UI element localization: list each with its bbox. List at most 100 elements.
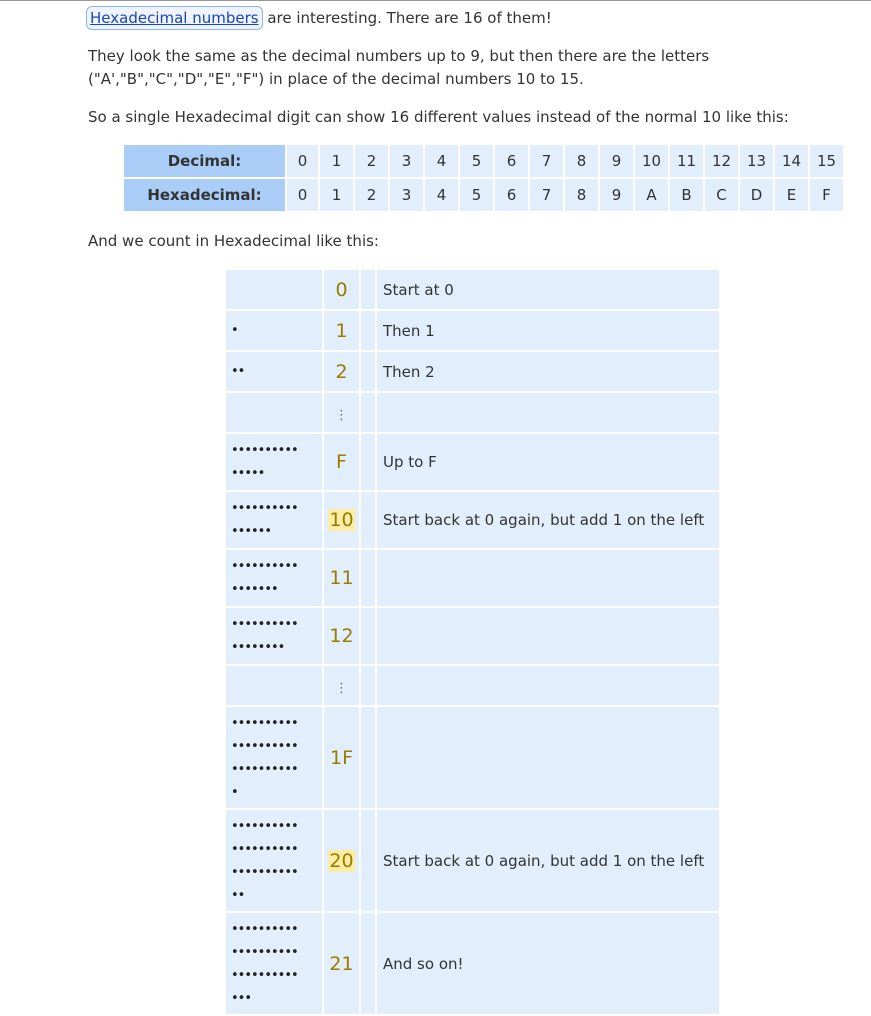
spacer-cell (361, 311, 375, 350)
decimal-cell: 13 (740, 145, 773, 177)
count-row: •••••••••• •••••••••• •••••••••• • 1F (226, 707, 719, 808)
hex-cell: 6 (495, 179, 528, 211)
counting-table: 0 Start at 0 • 1 Then 1 •• 2 Then 2 ⋮ •••••••••• •… (224, 268, 721, 1016)
hex-cell: 2 (355, 179, 388, 211)
count-row: •••••••••• •••••••••• •••••••••• ••• 21 And s… (226, 913, 719, 1014)
description-cell: Start at 0 (377, 270, 719, 309)
spacer-cell (361, 608, 375, 664)
decimal-cell: 3 (390, 145, 423, 177)
hex-number-cell: 12 (324, 608, 359, 664)
description-cell: Start back at 0 again, but add 1 on the … (377, 810, 719, 911)
description-cell (377, 550, 719, 606)
description-cell: Start back at 0 again, but add 1 on the … (377, 492, 719, 548)
top-border (0, 0, 871, 1)
decimal-cell: 1 (320, 145, 353, 177)
hex-cell: D (740, 179, 773, 211)
decimal-cell: 5 (460, 145, 493, 177)
hex-number: 2 (335, 360, 348, 383)
dots-cell: •• (226, 352, 322, 391)
dots-cell (226, 270, 322, 309)
dots-cell: •••••••••• •••••••• (226, 608, 322, 664)
hex-cell: A (635, 179, 668, 211)
hex-number: 1 (335, 319, 348, 342)
decimal-cell: 9 (600, 145, 633, 177)
description-cell (377, 666, 719, 705)
count-row: • 1 Then 1 (226, 311, 719, 350)
hexadecimal-numbers-link[interactable]: Hexadecimal numbers (86, 6, 263, 30)
count-row: •••••••••• •••••••••• •••••••••• •• 20 Start … (226, 810, 719, 911)
spacer-cell (361, 270, 375, 309)
count-row: •• 2 Then 2 (226, 352, 719, 391)
decimal-cell: 2 (355, 145, 388, 177)
hex-number: 20 (328, 849, 355, 872)
intro-paragraph: Hexadecimal numbers are interesting. The… (86, 6, 552, 30)
spacer-cell (361, 810, 375, 911)
description-cell: Up to F (377, 434, 719, 490)
spacer-cell (361, 393, 375, 432)
hex-number-cell: ⋮ (324, 393, 359, 432)
hex-cell: 8 (565, 179, 598, 211)
dots-cell (226, 666, 322, 705)
intro-rest-text: are interesting. There are 16 of them! (262, 9, 552, 27)
hex-number: 21 (329, 952, 354, 975)
hex-cell: F (810, 179, 843, 211)
vertical-ellipsis-icon: ⋮ (335, 407, 348, 423)
hex-number-cell: 2 (324, 352, 359, 391)
hex-number-cell: 20 (324, 810, 359, 911)
spacer-cell (361, 492, 375, 548)
decimal-cell: 15 (810, 145, 843, 177)
hex-header: Hexadecimal: (124, 179, 285, 211)
description-cell (377, 707, 719, 808)
spacer-cell (361, 666, 375, 705)
dots-cell: •••••••••• •••••••••• •••••••••• •• (226, 810, 322, 911)
vertical-ellipsis-icon: ⋮ (335, 680, 348, 696)
decimal-cell: 4 (425, 145, 458, 177)
hex-cell: 0 (287, 179, 318, 211)
hex-cell: 4 (425, 179, 458, 211)
decimal-row: Decimal: 0 1 2 3 4 5 6 7 8 9 10 11 12 13 14 15 (124, 145, 843, 177)
letters-paragraph: They look the same as the decimal number… (88, 47, 710, 88)
dots-cell: •••••••••• •••••• (226, 492, 322, 548)
hex-number-cell: 10 (324, 492, 359, 548)
counting-intro-paragraph: And we count in Hexadecimal like this: (88, 232, 379, 250)
decimal-cell: 6 (495, 145, 528, 177)
description-cell (377, 393, 719, 432)
decimal-cell: 7 (530, 145, 563, 177)
description-cell: And so on! (377, 913, 719, 1014)
hex-cell: B (670, 179, 703, 211)
decimal-hex-table: Decimal: 0 1 2 3 4 5 6 7 8 9 10 11 12 13 14 15 Hexadeci… (122, 143, 845, 213)
description-cell: Then 1 (377, 311, 719, 350)
hex-cell: C (705, 179, 738, 211)
dots-cell: •••••••••• ••••••• (226, 550, 322, 606)
count-row: •••••••••• ••••• F Up to F (226, 434, 719, 490)
hex-number: 12 (329, 625, 354, 647)
hex-number-cell: F (324, 434, 359, 490)
hex-number-cell: 1 (324, 311, 359, 350)
hex-number: 1F (329, 746, 354, 769)
hex-number-cell: 0 (324, 270, 359, 309)
spacer-cell (361, 913, 375, 1014)
decimal-cell: 11 (670, 145, 703, 177)
count-row: •••••••••• ••••••• 11 (226, 550, 719, 606)
hex-cell: 9 (600, 179, 633, 211)
count-row: 0 Start at 0 (226, 270, 719, 309)
hex-number: 11 (329, 567, 354, 589)
hex-cell: 7 (530, 179, 563, 211)
decimal-cell: 14 (775, 145, 808, 177)
hex-row: Hexadecimal: 0123456789ABCDEF (124, 179, 843, 211)
hex-number: F (336, 451, 347, 473)
hex-number: 0 (335, 278, 348, 301)
dots-cell: •••••••••• ••••• (226, 434, 322, 490)
count-row: •••••••••• •••••••• 12 (226, 608, 719, 664)
count-row: ⋮ (226, 666, 719, 705)
spacer-cell (361, 352, 375, 391)
decimal-cell: 8 (565, 145, 598, 177)
spacer-cell (361, 707, 375, 808)
hex-cell: E (775, 179, 808, 211)
decimal-cell: 12 (705, 145, 738, 177)
count-row: •••••••••• •••••• 10 Start back at 0 again,… (226, 492, 719, 548)
hex-cell: 5 (460, 179, 493, 211)
hex-number-cell: ⋮ (324, 666, 359, 705)
decimal-cell: 10 (635, 145, 668, 177)
decimal-cell: 0 (287, 145, 318, 177)
